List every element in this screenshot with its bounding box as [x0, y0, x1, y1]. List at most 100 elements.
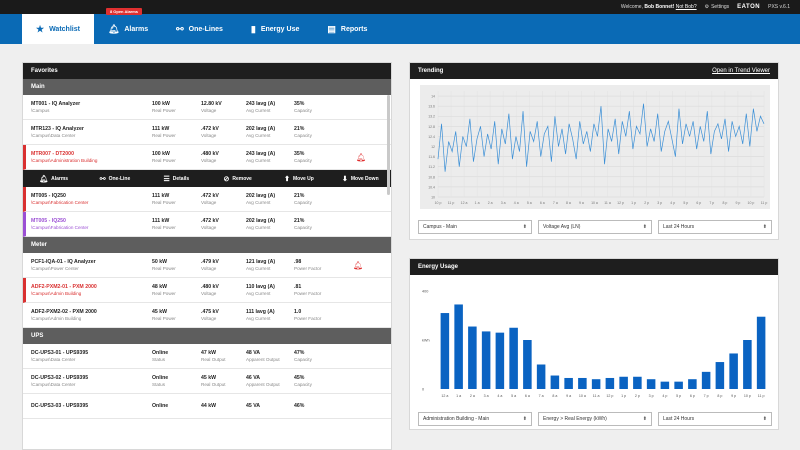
- welcome-text: Welcome, Bob Bonnet! Not Bob?: [620, 4, 697, 10]
- reading-label: Real Power: [152, 200, 176, 205]
- reading-value: 21%: [294, 193, 305, 199]
- not-you-link[interactable]: Not Bob?: [676, 4, 697, 10]
- energy-range-select[interactable]: Last 24 Hours ⬍: [658, 412, 772, 426]
- device-cell: ADF2-PXM2-01 - PXM 2000 \Campus\Admin Bui…: [31, 284, 152, 296]
- x-tick-label: 2 p: [644, 201, 649, 205]
- value-cell: 45 VA: [246, 403, 294, 410]
- y-tick-label: 0: [422, 388, 424, 392]
- favorite-row[interactable]: DC-UPS3-01 - UPS9395 \Campus\Data Center O…: [23, 344, 391, 369]
- nav-alarms[interactable]: 8 Open Alarms 🔔︎ Alarms: [94, 8, 162, 44]
- y-tick-label: 14: [431, 95, 435, 99]
- action-remove[interactable]: ⊘ Remove: [207, 175, 268, 183]
- reading-label: Avg Current: [246, 266, 271, 271]
- action-move-up[interactable]: ⬆ Move Up: [268, 175, 329, 183]
- reading-value: Online: [152, 375, 169, 381]
- favorite-row[interactable]: ADF2-PXM2-02 - PXM 2000 \Campus\Admin Bui…: [23, 303, 391, 328]
- one-line-icon: ⚯: [99, 175, 106, 183]
- reading-label: Real Output: [201, 357, 226, 362]
- x-tick-label: 11 p: [761, 201, 768, 205]
- settings-link[interactable]: ⚙ Settings: [705, 4, 730, 10]
- value-cell: 45 kW Real Output: [201, 375, 246, 387]
- device-path: \Campus\Administration Building: [31, 158, 98, 163]
- favorite-row[interactable]: MTR123 - IQ Analyzer \Campus\Data Center 1…: [23, 120, 391, 145]
- reading-label: Voltage: [201, 158, 217, 163]
- nav-energy-use[interactable]: ▮ Energy Use: [237, 14, 313, 44]
- favorites-scrollbar[interactable]: [387, 95, 390, 195]
- favorite-row[interactable]: MTR007 - DT2000 \Campus\Administration Bu…: [23, 145, 391, 170]
- section-header-main[interactable]: Main: [23, 79, 391, 95]
- trend-line-chart: 1413.613.212.812.41211.611.210.810.41010…: [428, 91, 768, 205]
- action-alarms[interactable]: 🔔︎ Alarms: [23, 175, 84, 183]
- favorite-row[interactable]: DC-UPS3-02 - UPS9395 \Campus\Data Center O…: [23, 369, 391, 394]
- favorite-row[interactable]: MT005 - IQ250 \Campus\Fabrication Center 1…: [23, 212, 391, 237]
- select-arrows-icon: ⬍: [522, 416, 527, 422]
- alarm-bell-icon[interactable]: 🔔︎: [356, 153, 366, 162]
- value-cell: Online Status: [152, 350, 201, 362]
- favorite-row[interactable]: PCF1-IQA-01 - IQ Analyzer \Campus\Power C…: [23, 253, 391, 278]
- open-trend-viewer-link[interactable]: Open in Trend Viewer: [712, 68, 770, 74]
- section-header-meter[interactable]: Meter: [23, 237, 391, 253]
- x-tick-label: 6 a: [525, 394, 530, 398]
- energy-bar: [646, 379, 656, 389]
- reading-value: 243 Iavg (A): [246, 101, 276, 107]
- trend-range-select[interactable]: Last 24 Hours ⬍: [658, 220, 772, 234]
- x-tick-label: 2 a: [488, 201, 493, 205]
- x-tick-label: 6 p: [696, 201, 701, 205]
- value-cell: 21% Capacity: [294, 218, 342, 230]
- reading-value: Online: [152, 350, 169, 356]
- alarm-bell-icon[interactable]: 🔔︎: [353, 261, 363, 270]
- energy-bar: [454, 304, 463, 389]
- x-tick-label: 10 p: [748, 201, 755, 205]
- value-cell: 111 kW Real Power: [152, 193, 201, 205]
- energy-bar: [688, 379, 697, 389]
- gear-icon: ⚙: [704, 4, 710, 10]
- value-cell: 1.0 Power Factor: [294, 309, 342, 321]
- favorite-row[interactable]: ADF2-PXM2-01 - PXM 2000 \Campus\Admin Bui…: [23, 278, 391, 303]
- energy-location-select[interactable]: Administration Building - Main ⬍: [418, 412, 532, 426]
- x-tick-label: 4 a: [497, 394, 502, 398]
- x-tick-label: 3 p: [649, 394, 654, 398]
- energy-bar: [550, 375, 560, 389]
- reading-label: Power Factor: [294, 316, 322, 321]
- y-tick-label: 11.6: [428, 155, 435, 159]
- favorite-row[interactable]: DC-UPS3-03 - UPS9395 Online 44 kW 45 VA 46%: [23, 394, 391, 419]
- action-details[interactable]: ☰ Details: [146, 175, 207, 183]
- reading-value: 111 kW: [152, 193, 170, 199]
- action-move-down[interactable]: ⬇ Move Down: [330, 175, 391, 183]
- open-alarms-badge: 8 Open Alarms: [105, 8, 143, 15]
- trend-location-select[interactable]: Campus - Main ⬍: [418, 220, 532, 234]
- nav-one-lines[interactable]: ⚯ One-Lines: [162, 14, 237, 44]
- value-cell: 121 Iavg (A) Avg Current: [246, 259, 294, 271]
- action-label: Remove: [232, 175, 252, 182]
- reading-value: 100 kW: [152, 151, 170, 157]
- favorite-row[interactable]: MT001 - IQ Analyzer \Campus 100 kW Real Pow…: [23, 95, 391, 120]
- x-tick-label: 8 p: [722, 201, 727, 205]
- value-cell: 21% Capacity: [294, 193, 342, 205]
- main-nav: ★ Watchlist 8 Open Alarms 🔔︎ Alarms ⚯ One-Li…: [0, 8, 800, 44]
- x-tick-label: 5 p: [683, 201, 688, 205]
- section-header-ups[interactable]: UPS: [23, 328, 391, 344]
- value-cell: 202 Iavg (A) Avg Current: [246, 193, 294, 205]
- y-tick-label: 12.4: [428, 135, 435, 139]
- action-label: Move Up: [292, 175, 314, 182]
- favorite-row[interactable]: MT005 - IQ250 \Campus\Fabrication Center 1…: [23, 187, 391, 212]
- energy-bar: [660, 381, 670, 389]
- device-cell: MT005 - IQ250 \Campus\Fabrication Center: [31, 218, 152, 230]
- reading-value: 202 Iavg (A): [246, 218, 276, 224]
- energy-parameter-select[interactable]: Energy > Real Energy (kWh) ⬍: [538, 412, 652, 426]
- action-one-line[interactable]: ⚯ One-Line: [84, 175, 145, 183]
- trend-parameter-select[interactable]: Voltage Avg (LN) ⬍: [538, 220, 652, 234]
- energy-bar: [756, 316, 766, 389]
- device-path: \Campus\Fabrication Center: [31, 200, 89, 205]
- nav-reports[interactable]: ▤ Reports: [313, 14, 381, 44]
- energy-header: Energy Usage: [410, 259, 778, 275]
- reading-value: .81: [294, 284, 302, 290]
- reading-label: Power Factor: [294, 291, 322, 296]
- nav-watchlist[interactable]: ★ Watchlist: [22, 14, 94, 44]
- value-cell: 48 VA Apparent Output: [246, 350, 294, 362]
- energy-bar: [605, 377, 615, 389]
- product-version: PXS v.6.1: [768, 4, 790, 10]
- device-cell: PCF1-IQA-01 - IQ Analyzer \Campus\Power C…: [31, 259, 152, 271]
- x-tick-label: 6 p: [690, 394, 695, 398]
- value-cell: 46%: [294, 403, 342, 410]
